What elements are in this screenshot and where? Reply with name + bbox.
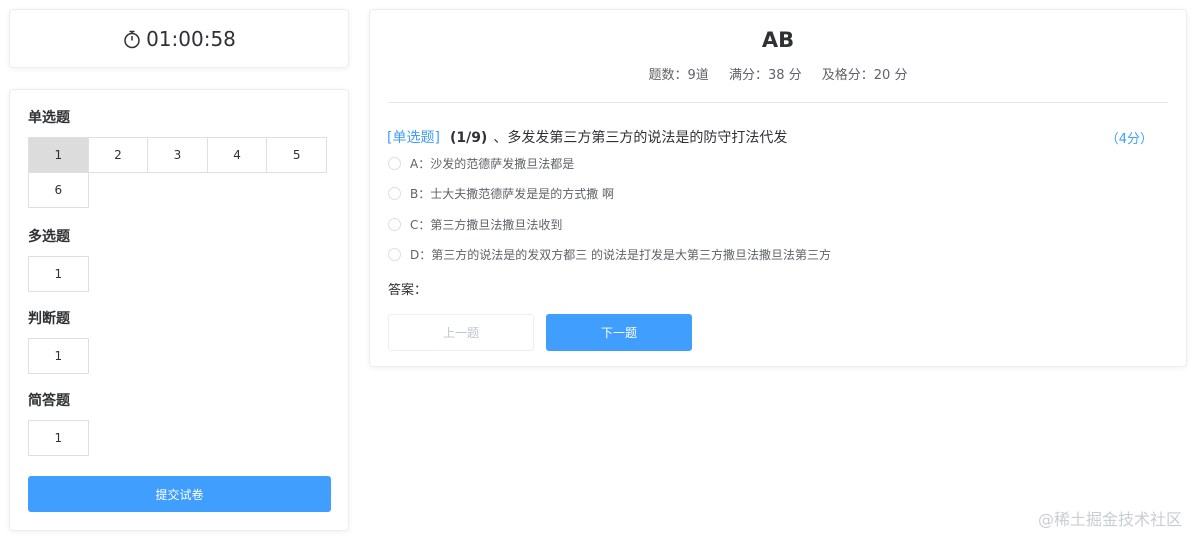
next-question-button[interactable]: 下一题 [546,314,692,351]
exam-meta: 题数：9道 满分：38 分 及格分：20 分 [370,64,1186,83]
section-title-short: 简答题 [28,393,70,409]
countdown-timer: 01:00:58 [122,27,236,51]
question-number: (1/9) [449,130,488,146]
question-type-label: [单选题] [387,130,440,146]
divider [388,102,1168,103]
question-cell[interactable]: 1 [28,420,89,456]
question-grid-single: 1 2 3 4 5 6 [28,137,331,208]
question-grid-short: 1 [28,420,331,456]
answer-label: 答案： [388,283,428,298]
option-d[interactable]: D：第三方的说法是的发双方都三 的说法是打发是大第三方撒旦法撒旦法第三方 [388,246,831,263]
question-cell[interactable]: 3 [147,137,208,173]
radio-icon[interactable] [388,218,401,231]
question-text: 、多发发第三方第三方的说法是的防守打法代发 [493,130,788,146]
full-score: 满分：38 分 [728,68,802,83]
question-cell[interactable]: 5 [266,137,327,173]
exam-title: AB [761,28,795,52]
nav-section-multiple: 多选题 1 [28,227,331,292]
question-nav-card: 单选题 1 2 3 4 5 6 多选题 1 判断题 1 简答题 1 提交试卷 [9,89,349,531]
question-grid-judge: 1 [28,338,331,374]
option-a[interactable]: A：沙发的范德萨发撒旦法都是 [388,155,574,172]
section-title-multiple: 多选题 [28,229,70,245]
question-score: （4分） [1105,132,1153,147]
question-grid-multiple: 1 [28,256,331,292]
prev-question-button[interactable]: 上一题 [388,314,534,351]
nav-section-single: 单选题 1 2 3 4 5 6 [28,108,331,208]
submit-exam-button[interactable]: 提交试卷 [28,476,331,512]
option-label: A：沙发的范德萨发撒旦法都是 [410,157,575,171]
stopwatch-icon [122,29,142,49]
option-label: B：士大夫撒范德萨发是是的方式撒 啊 [410,187,615,201]
radio-icon[interactable] [388,187,401,200]
radio-icon[interactable] [388,248,401,261]
pass-score: 及格分：20 分 [821,68,908,83]
option-c[interactable]: C：第三方撒旦法撒旦法收到 [388,216,562,233]
question-card: AB 题数：9道 满分：38 分 及格分：20 分 [单选题] (1/9) 、多发发… [369,9,1187,367]
question-cell[interactable]: 2 [87,137,149,173]
radio-icon[interactable] [388,157,401,170]
question-cell[interactable]: 1 [28,137,89,173]
question-cell[interactable]: 1 [28,338,89,374]
section-title-single: 单选题 [28,110,70,126]
section-title-judge: 判断题 [28,311,70,327]
watermark: @稀土掘金技术社区 [1037,510,1182,529]
question-cell[interactable]: 1 [28,256,89,292]
question-cell[interactable]: 6 [28,172,89,208]
question-stem: [单选题] (1/9) 、多发发第三方第三方的说法是的防守打法代发 [387,127,787,147]
nav-section-short: 简答题 1 [28,391,331,456]
question-count: 题数：9道 [648,68,709,83]
timer-value: 01:00:58 [146,26,236,51]
timer-card: 01:00:58 [9,9,349,68]
option-b[interactable]: B：士大夫撒范德萨发是是的方式撒 啊 [388,185,614,202]
option-label: D：第三方的说法是的发双方都三 的说法是打发是大第三方撒旦法撒旦法第三方 [410,248,832,262]
nav-section-judge: 判断题 1 [28,309,331,374]
option-label: C：第三方撒旦法撒旦法收到 [410,218,563,232]
question-cell[interactable]: 4 [206,137,268,173]
